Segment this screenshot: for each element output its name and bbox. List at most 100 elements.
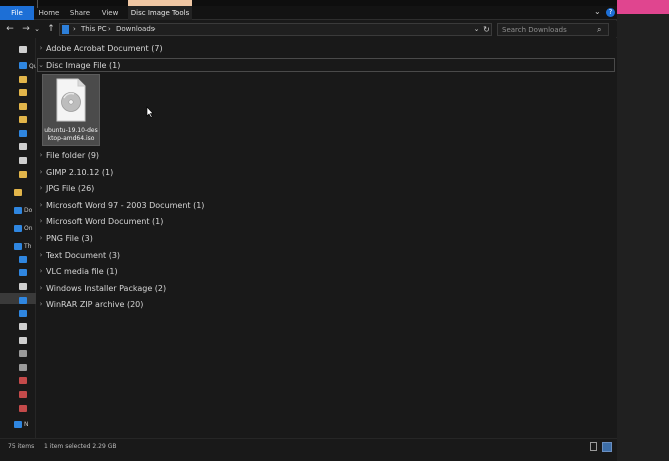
group-label: GIMP 2.10.12 (1)	[46, 168, 114, 177]
status-divider	[37, 0, 38, 8]
download-icon[interactable]	[19, 130, 27, 137]
breadcrumb-separator[interactable]: ›	[73, 23, 76, 36]
documents-icon[interactable]	[19, 283, 27, 290]
chevron-right-icon[interactable]: ›	[37, 199, 45, 212]
breadcrumb-this-pc[interactable]: This PC	[81, 23, 107, 36]
tab-file[interactable]: File	[0, 6, 34, 20]
address-dropdown-icon[interactable]: ⌄	[472, 23, 481, 36]
folder-icon[interactable]	[19, 76, 27, 83]
up-button[interactable]: ↑	[45, 22, 57, 36]
folder-icon[interactable]	[19, 116, 27, 123]
search-input[interactable]	[500, 23, 596, 36]
group-label: VLC media file (1)	[46, 267, 118, 276]
group-header[interactable]: › File folder (9)	[37, 149, 615, 162]
group-label: WinRAR ZIP archive (20)	[46, 300, 144, 309]
videos-icon[interactable]	[19, 337, 27, 344]
group-header[interactable]: › WinRAR ZIP archive (20)	[37, 298, 615, 311]
help-icon[interactable]: ?	[606, 8, 615, 17]
group-label: File folder (9)	[46, 151, 100, 160]
refresh-icon[interactable]: ↻	[482, 23, 491, 36]
breadcrumb-downloads[interactable]: Downloads	[116, 23, 154, 36]
disc-image-icon	[56, 78, 86, 122]
picture-icon[interactable]	[19, 157, 27, 164]
3d-objects-icon[interactable]	[19, 256, 27, 263]
navpane-label[interactable]: On	[24, 225, 33, 232]
expand-ribbon-icon[interactable]: ⌄	[594, 7, 602, 17]
drive-icon[interactable]	[19, 364, 27, 371]
tab-disc-image-tools[interactable]: Disc Image Tools	[128, 6, 192, 20]
group-header[interactable]: › VLC media file (1)	[37, 265, 615, 278]
group-label: Microsoft Word Document (1)	[46, 217, 164, 226]
onedrive-icon[interactable]	[14, 225, 22, 232]
chevron-right-icon[interactable]: ›	[37, 265, 45, 278]
music-icon[interactable]	[19, 310, 27, 317]
dropbox-icon[interactable]	[14, 189, 22, 196]
group-header[interactable]: › Adobe Acrobat Document (7)	[37, 42, 615, 55]
group-header[interactable]: › Microsoft Word 97 - 2003 Document (1)	[37, 199, 615, 212]
search-icon[interactable]: ⌕	[597, 25, 607, 35]
pictures-icon[interactable]	[19, 323, 27, 330]
recent-locations-button[interactable]: ⌄	[33, 22, 41, 36]
navpane-pin-icon[interactable]	[19, 46, 27, 53]
large-icons-view-icon[interactable]	[602, 442, 612, 452]
network-icon[interactable]	[14, 421, 22, 428]
chevron-right-icon[interactable]: ›	[37, 149, 45, 162]
group-header[interactable]: › Microsoft Word Document (1)	[37, 215, 615, 228]
tab-view[interactable]: View	[98, 6, 122, 20]
group-label: Microsoft Word 97 - 2003 Document (1)	[46, 201, 205, 210]
desktop-background	[617, 0, 669, 461]
breadcrumb-separator[interactable]: ›	[153, 23, 156, 36]
tab-home[interactable]: Home	[36, 6, 62, 20]
nav-item-downloads-selected[interactable]	[0, 293, 36, 304]
group-label: JPG File (26)	[46, 184, 95, 193]
drive-icon[interactable]	[19, 405, 27, 412]
details-view-icon[interactable]	[590, 442, 597, 451]
group-header[interactable]: › JPG File (26)	[37, 182, 615, 195]
dropbox-icon[interactable]	[14, 207, 22, 214]
group-header[interactable]: › PNG File (3)	[37, 232, 615, 245]
group-label: Text Document (3)	[46, 251, 121, 260]
group-header[interactable]: ⌄ Disc Image File (1)	[37, 59, 615, 72]
chevron-right-icon[interactable]: ›	[37, 42, 45, 55]
group-label: Windows Installer Package (2)	[46, 284, 167, 293]
folder-icon[interactable]	[19, 89, 27, 96]
desktop-icon[interactable]	[19, 269, 27, 276]
chevron-right-icon[interactable]: ›	[37, 232, 45, 245]
group-header[interactable]: › GIMP 2.10.12 (1)	[37, 166, 615, 179]
drive-icon[interactable]	[19, 377, 27, 384]
forward-button[interactable]: →	[20, 22, 32, 36]
group-label: Adobe Acrobat Document (7)	[46, 44, 163, 53]
chevron-right-icon[interactable]: ›	[37, 215, 45, 228]
selection-info: 1 item selected 2.29 GB	[44, 443, 117, 450]
folder-icon[interactable]	[19, 103, 27, 110]
group-label: PNG File (3)	[46, 234, 93, 243]
chevron-right-icon[interactable]: ›	[37, 182, 45, 195]
back-button[interactable]: ←	[4, 22, 16, 36]
item-count: 75 items	[8, 443, 35, 450]
mouse-cursor-icon	[146, 106, 154, 118]
downloads-icon[interactable]	[19, 297, 27, 304]
navpane-label[interactable]: Do	[24, 207, 32, 214]
download-folder-icon	[62, 25, 69, 34]
navpane-label[interactable]: N	[24, 421, 29, 428]
chevron-right-icon[interactable]: ›	[37, 166, 45, 179]
chevron-right-icon[interactable]: ›	[37, 249, 45, 262]
this-pc-icon[interactable]	[14, 243, 22, 250]
chevron-right-icon[interactable]: ›	[37, 282, 45, 295]
desktop-window-edge	[617, 0, 669, 14]
drive-icon[interactable]	[19, 391, 27, 398]
tab-share[interactable]: Share	[66, 6, 94, 20]
navigation-pane	[0, 38, 36, 438]
navpane-item-icon[interactable]	[19, 62, 27, 69]
navpane-label[interactable]: Th	[24, 243, 31, 250]
folder-icon[interactable]	[19, 171, 27, 178]
chevron-right-icon[interactable]: ›	[37, 298, 45, 311]
document-icon[interactable]	[19, 143, 27, 150]
group-header[interactable]: › Text Document (3)	[37, 249, 615, 262]
drive-icon[interactable]	[19, 350, 27, 357]
file-name-label: ubuntu-19.10-desktop-amd64.iso	[44, 127, 98, 142]
group-label: Disc Image File (1)	[46, 61, 121, 70]
breadcrumb-separator[interactable]: ›	[108, 23, 111, 36]
chevron-down-icon[interactable]: ⌄	[37, 59, 45, 72]
group-header[interactable]: › Windows Installer Package (2)	[37, 282, 615, 295]
